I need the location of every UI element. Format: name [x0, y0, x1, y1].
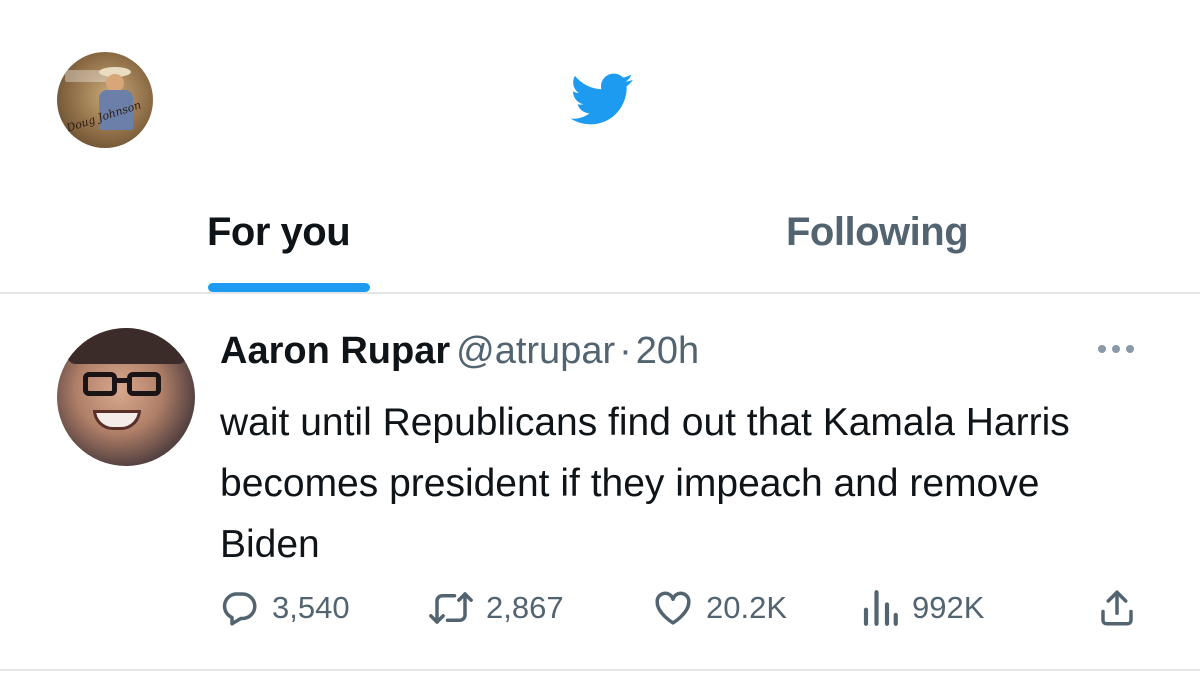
twitter-bird-icon[interactable]: [561, 66, 641, 132]
retweet-button[interactable]: 2,867: [428, 584, 564, 632]
more-dot: [1098, 345, 1106, 353]
profile-avatar[interactable]: Doug Johnson: [57, 52, 153, 148]
avatar-glasses-right: [127, 372, 161, 396]
share-button[interactable]: [1096, 584, 1138, 632]
author-avatar[interactable]: [57, 328, 195, 466]
share-icon: [1101, 590, 1133, 626]
header-separator: ·: [619, 330, 632, 372]
more-dot: [1112, 345, 1120, 353]
tabs-divider: [0, 292, 1200, 294]
active-tab-indicator: [208, 283, 370, 292]
tab-following[interactable]: Following: [786, 210, 969, 255]
tweet-divider: [0, 669, 1200, 671]
more-dot: [1126, 345, 1134, 353]
author-name[interactable]: Aaron Rupar: [220, 330, 450, 372]
views-button[interactable]: 992K: [860, 584, 984, 632]
avatar-hair: [67, 328, 187, 364]
tweet-header: Aaron Rupar @atrupar · 20h: [220, 330, 699, 373]
author-handle[interactable]: @atrupar: [456, 330, 615, 372]
tab-for-you[interactable]: For you: [207, 210, 351, 255]
views-icon: [863, 590, 898, 626]
tweet-actions: 3,540 2,867 20.2K 992K: [0, 584, 1200, 632]
tweet-text: wait until Republicans find out that Kam…: [220, 401, 1070, 566]
retweet-count: 2,867: [486, 590, 564, 625]
like-button[interactable]: 20.2K: [652, 584, 787, 632]
retweet-icon: [429, 592, 473, 624]
more-icon[interactable]: [1093, 339, 1139, 359]
views-count: 992K: [912, 590, 985, 625]
like-icon: [655, 591, 691, 625]
reply-count: 3,540: [272, 590, 350, 625]
avatar-glasses-left: [83, 372, 117, 396]
tweet-timestamp[interactable]: 20h: [636, 330, 699, 372]
like-count: 20.2K: [706, 590, 788, 625]
timeline-tabs: For you Following: [0, 180, 1200, 292]
reply-icon: [222, 592, 257, 626]
avatar-smile: [93, 410, 141, 430]
reply-button[interactable]: 3,540: [218, 584, 350, 632]
